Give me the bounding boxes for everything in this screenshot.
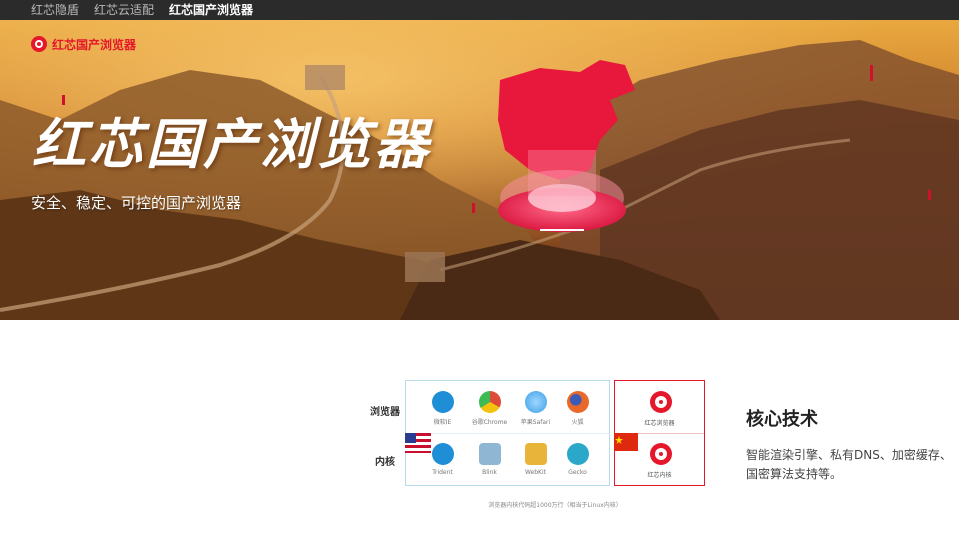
redcore-browser-icon xyxy=(650,391,672,413)
brand-name: 红芯国产浏览器 xyxy=(52,37,137,52)
redcore-kernel-icon xyxy=(650,443,672,465)
kernel-cell-gecko: Gecko xyxy=(552,433,603,485)
browser-cell-firefox: 火狐 xyxy=(552,381,603,433)
hero-title: 红芯国产浏览器 xyxy=(32,112,431,176)
blink-icon xyxy=(479,443,501,465)
browser-cell-ie: 微软IE xyxy=(417,381,468,433)
china-flag-icon xyxy=(614,433,638,451)
chrome-icon xyxy=(479,391,501,413)
safari-icon xyxy=(525,391,547,413)
webkit-icon xyxy=(525,443,547,465)
browser-name: 微软IE xyxy=(433,419,452,426)
browser-cell-chrome: 谷歌Chrome xyxy=(464,381,515,433)
kernel-cell-blink: Blink xyxy=(464,433,515,485)
grid-divider xyxy=(405,433,610,434)
kernel-name: Gecko xyxy=(568,469,587,476)
firefox-icon xyxy=(567,391,589,413)
core-tech-description: 智能渲染引擎、私有DNS、加密缓存、国密算法支持等。 xyxy=(746,448,952,481)
hero-subtitle: 安全、稳定、可控的国产浏览器 xyxy=(31,194,242,212)
redcore-kernel-label: 红芯内核 xyxy=(647,472,672,479)
kernel-name: Trident xyxy=(432,469,453,476)
kernel-name: Blink xyxy=(482,469,497,476)
brand-logo[interactable]: 红芯国产浏览器 xyxy=(31,36,136,52)
core-tech-title: 核心技术 xyxy=(746,409,818,430)
ie-icon xyxy=(432,391,454,413)
gecko-icon xyxy=(567,443,589,465)
browser-name: 谷歌Chrome xyxy=(471,419,508,426)
trident-icon xyxy=(432,443,454,465)
top-nav: 红芯隐盾 红芯云适配 红芯国产浏览器 xyxy=(0,0,959,20)
row-label-kernels: 内核 xyxy=(375,457,395,468)
us-flag-icon xyxy=(405,433,431,453)
hero-banner: 红芯国产浏览器 红芯国产浏览器 安全、稳定、可控的国产浏览器 xyxy=(0,20,959,320)
redcore-logo-icon xyxy=(31,36,47,52)
nav-item-yindun[interactable]: 红芯隐盾 xyxy=(31,2,79,18)
nav-item-browser[interactable]: 红芯国产浏览器 xyxy=(169,2,253,18)
kernel-note: 浏览器内核代码超1000万行（相当于Linux内核） xyxy=(488,502,622,509)
nav-item-cloud-adapt[interactable]: 红芯云适配 xyxy=(94,2,154,18)
redcore-browser-label: 红芯浏览器 xyxy=(644,420,675,427)
row-label-browsers: 浏览器 xyxy=(370,407,400,418)
browser-name: 火狐 xyxy=(571,419,584,426)
